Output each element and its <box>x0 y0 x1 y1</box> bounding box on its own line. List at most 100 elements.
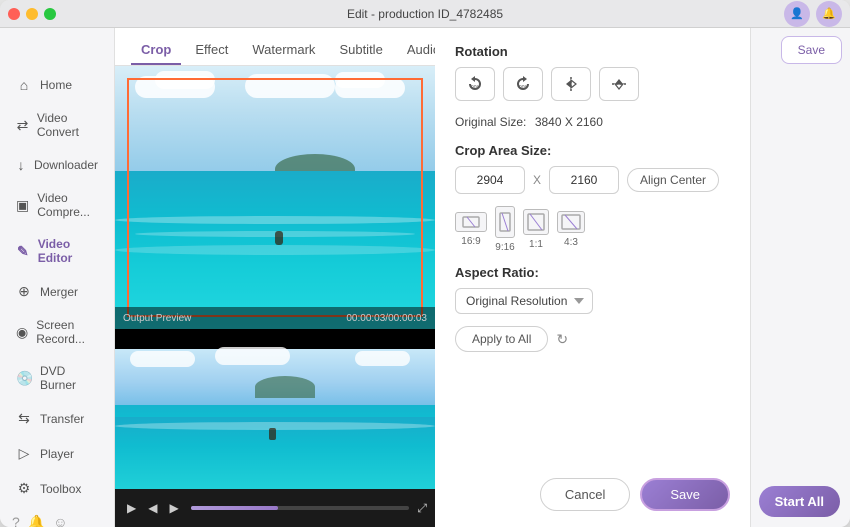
preset-1-1-label: 1:1 <box>529 239 543 250</box>
merger-icon: ⊕ <box>16 283 32 300</box>
rotate-ccw-button[interactable]: 90° <box>455 67 495 101</box>
rotation-label: Rotation <box>455 44 730 59</box>
tab-subtitle[interactable]: Subtitle <box>329 36 392 65</box>
aspect-ratio-label: Aspect Ratio: <box>455 265 730 280</box>
progress-fill <box>191 506 278 510</box>
sidebar-item-downloader[interactable]: ↓ Downloader <box>4 149 110 181</box>
toolbox-icon: ⚙ <box>16 480 32 497</box>
refresh-icon[interactable]: ↻ <box>556 331 568 348</box>
prev-frame-button[interactable]: ◀ <box>144 499 161 517</box>
sidebar-label-home: Home <box>40 78 72 92</box>
bottom-buttons: Cancel Save <box>455 468 730 511</box>
home-icon: ⌂ <box>16 77 32 93</box>
traffic-lights <box>8 8 56 20</box>
rotate-cw-button[interactable]: 90° <box>503 67 543 101</box>
letterbox-top <box>115 329 435 349</box>
bell-icon[interactable]: 🔔 <box>28 514 45 527</box>
editor-icon: ✎ <box>16 243 30 260</box>
edit-dialog: Crop Effect Watermark Subtitle Audio <box>115 28 750 527</box>
sidebar-item-video-convert[interactable]: ⇄ Video Convert <box>4 103 110 147</box>
video-preview-top: Output Preview 00:00:03/00:00:03 <box>115 66 435 329</box>
preset-16-9-icon <box>455 212 487 232</box>
tab-crop[interactable]: Crop <box>131 36 181 65</box>
original-size-value: 3840 X 2160 <box>535 115 603 129</box>
crop-height-input[interactable] <box>549 166 619 194</box>
sidebar-bottom: ? 🔔 ☺ <box>0 506 114 527</box>
sidebar-label-compress: Video Compre... <box>37 191 98 219</box>
fullscreen-button[interactable] <box>44 8 56 20</box>
sidebar-item-video-editor[interactable]: ✎ Video Editor <box>4 229 110 273</box>
preset-9-16[interactable]: 9:16 <box>495 206 515 253</box>
sidebar-item-transfer[interactable]: ⇆ Transfer <box>4 402 110 435</box>
align-center-button[interactable]: Align Center <box>627 168 719 192</box>
original-size-section: Original Size: 3840 X 2160 <box>455 113 730 131</box>
apply-to-all-button[interactable]: Apply to All <box>455 326 548 352</box>
rotation-section: Rotation 90° 90° <box>455 44 730 101</box>
compress-icon: ▣ <box>16 197 29 214</box>
flip-vertical-button[interactable] <box>599 67 639 101</box>
flip-horizontal-button[interactable] <box>551 67 591 101</box>
crop-separator: X <box>533 173 541 187</box>
sidebar-item-screen-record[interactable]: ◉ Screen Record... <box>4 310 110 354</box>
sidebar-item-player[interactable]: ▷ Player <box>4 437 110 470</box>
svg-text:90°: 90° <box>471 85 479 91</box>
rotation-buttons: 90° 90° <box>455 67 730 101</box>
sidebar-label-transfer: Transfer <box>40 412 84 426</box>
crop-width-input[interactable] <box>455 166 525 194</box>
sidebar-label-editor: Video Editor <box>38 237 98 265</box>
tab-watermark[interactable]: Watermark <box>242 36 325 65</box>
main-window: Edit - production ID_4782485 👤 🔔 ⌂ Home … <box>0 0 850 527</box>
play-button[interactable]: ▶ <box>123 499 140 517</box>
sidebar-item-dvd-burner[interactable]: 💿 DVD Burner <box>4 356 110 400</box>
controls-panel: Rotation 90° 90° <box>435 28 750 527</box>
preset-16-9-label: 16:9 <box>461 236 480 247</box>
sidebar-item-home[interactable]: ⌂ Home <box>4 69 110 101</box>
preset-16-9[interactable]: 16:9 <box>455 212 487 247</box>
tab-effect[interactable]: Effect <box>185 36 238 65</box>
convert-icon: ⇄ <box>16 117 29 134</box>
start-all-button[interactable]: Start All <box>759 486 840 517</box>
sidebar-item-merger[interactable]: ⊕ Merger <box>4 275 110 308</box>
preset-1-1[interactable]: 1:1 <box>523 209 549 250</box>
preset-4-3-label: 4:3 <box>564 237 578 248</box>
close-button[interactable] <box>8 8 20 20</box>
sidebar-label-dvd: DVD Burner <box>40 364 98 392</box>
video-preview-bottom <box>115 329 435 489</box>
crop-area-label: Crop Area Size: <box>455 143 730 158</box>
sidebar-label-downloader: Downloader <box>34 158 98 172</box>
sidebar-item-toolbox[interactable]: ⚙ Toolbox <box>4 472 110 505</box>
preset-9-16-icon <box>495 206 515 238</box>
preset-1-1-icon <box>523 209 549 235</box>
crop-area-section: Crop Area Size: X Align Center <box>455 143 730 194</box>
sidebar-item-video-compress[interactable]: ▣ Video Compre... <box>4 183 110 227</box>
save-top-button[interactable]: Save <box>781 36 842 64</box>
right-sidebar: Save <box>750 28 850 527</box>
tabs-bar: Crop Effect Watermark Subtitle Audio <box>115 28 435 66</box>
controls-bar: ▶ ◀ ▶ ⤢ <box>115 489 435 527</box>
title-bar: Edit - production ID_4782485 👤 🔔 <box>0 0 850 28</box>
crop-size-row: X Align Center <box>455 166 730 194</box>
expand-button[interactable]: ⤢ <box>417 501 427 516</box>
cancel-button[interactable]: Cancel <box>540 478 630 511</box>
progress-bar[interactable] <box>191 506 410 510</box>
smiley-icon[interactable]: ☺ <box>53 514 67 527</box>
preset-9-16-label: 9:16 <box>495 242 514 253</box>
apply-row: Apply to All ↻ <box>455 326 730 352</box>
sidebar-label-merger: Merger <box>40 285 78 299</box>
preset-row: 16:9 9:16 1:1 <box>455 206 730 253</box>
notification-icon[interactable]: 🔔 <box>816 1 842 27</box>
download-icon: ↓ <box>16 157 26 173</box>
user-icon[interactable]: 👤 <box>784 1 810 27</box>
output-label-bar: Output Preview 00:00:03/00:00:03 <box>115 307 435 329</box>
svg-text:90°: 90° <box>519 85 527 91</box>
save-button[interactable]: Save <box>640 478 730 511</box>
next-frame-button[interactable]: ▶ <box>165 499 182 517</box>
sidebar-label-player: Player <box>40 447 74 461</box>
help-icon[interactable]: ? <box>12 514 20 527</box>
preset-4-3[interactable]: 4:3 <box>557 211 585 248</box>
aspect-ratio-select[interactable]: Original Resolution 16:9 9:16 4:3 1:1 21… <box>455 288 593 314</box>
dvd-icon: 💿 <box>16 370 32 387</box>
minimize-button[interactable] <box>26 8 38 20</box>
record-icon: ◉ <box>16 324 28 341</box>
original-size-label: Original Size: <box>455 115 526 129</box>
